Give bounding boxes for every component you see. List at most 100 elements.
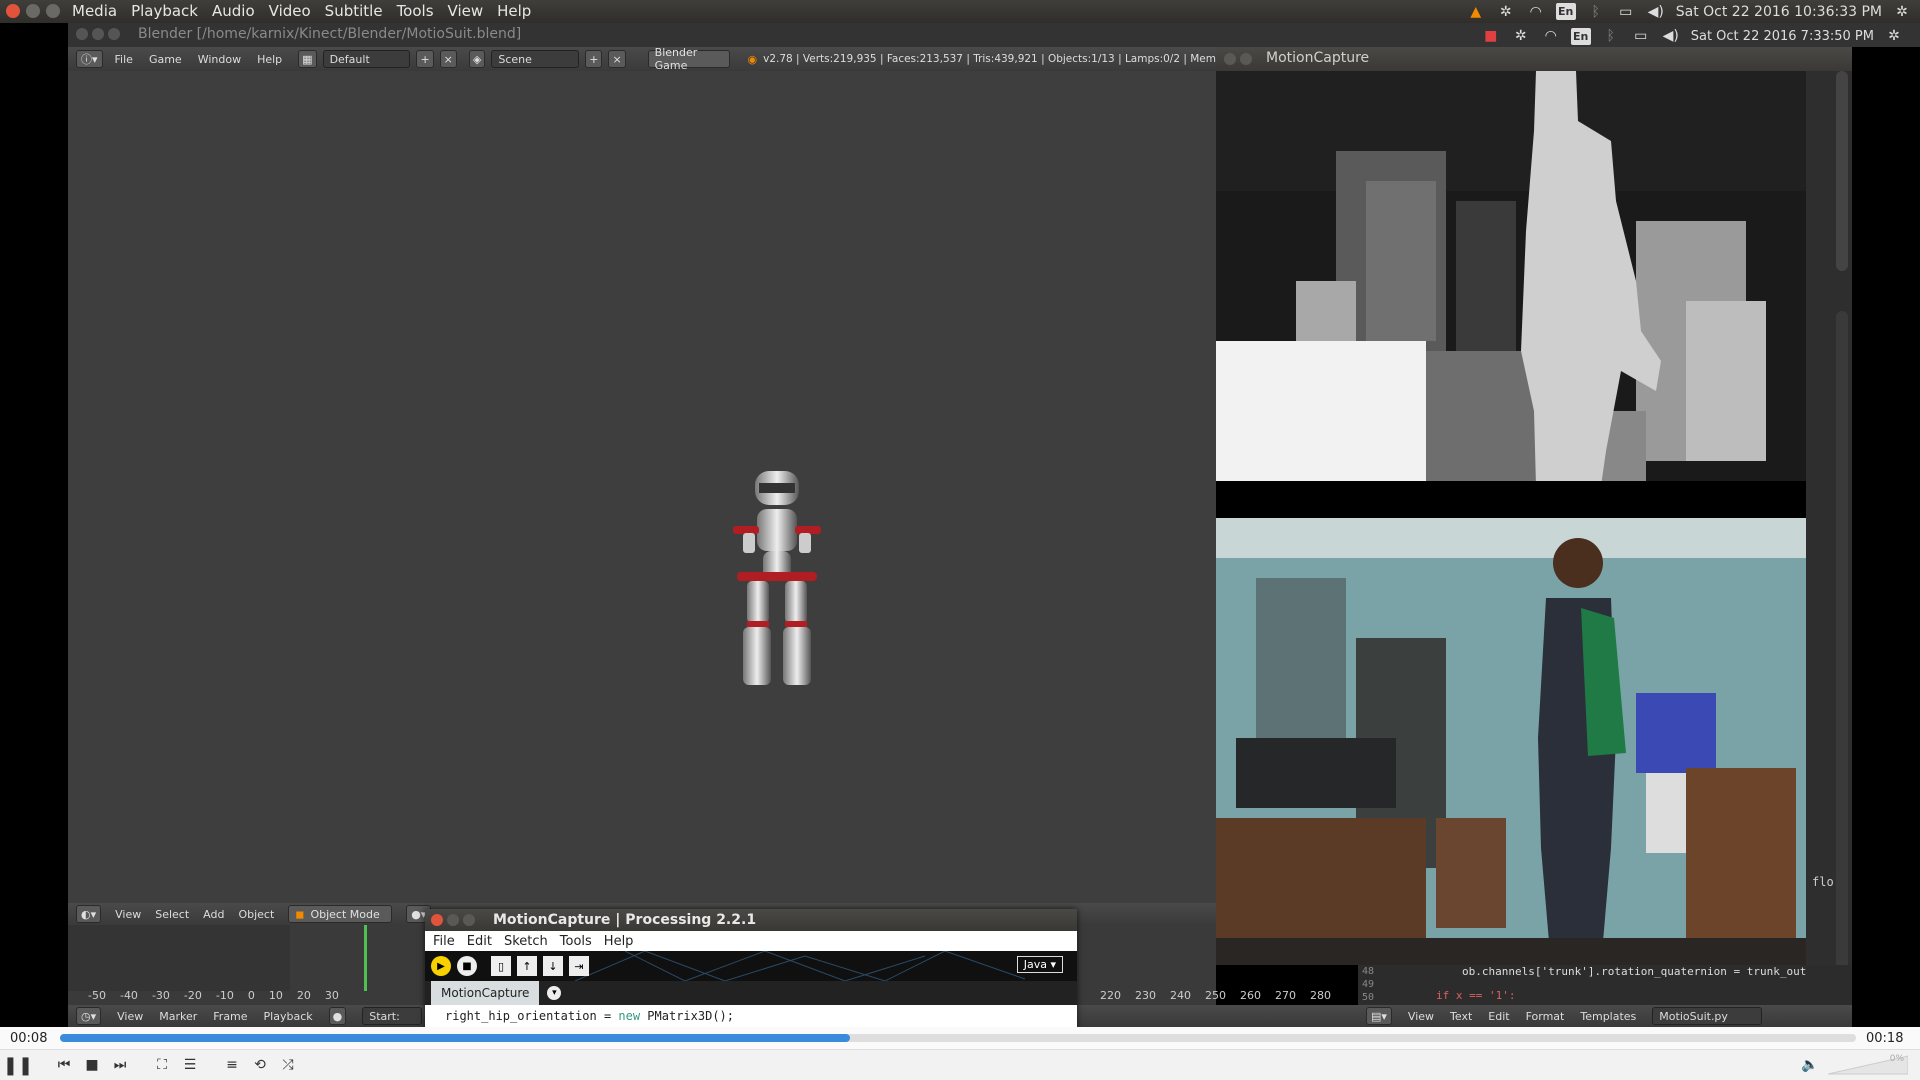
menu-templates[interactable]: Templates (1580, 1010, 1636, 1023)
gear-icon[interactable]: ✲ (1892, 4, 1912, 20)
layout-icon[interactable]: ▦ (298, 50, 317, 68)
battery-icon[interactable]: ▭ (1616, 4, 1636, 20)
extended-settings-button[interactable]: ☰ (178, 1054, 202, 1076)
pause-button[interactable]: ❚❚ (3, 1054, 33, 1076)
new-sketch-button[interactable]: ▯ (491, 956, 511, 976)
menu-edit[interactable]: Edit (1488, 1010, 1509, 1023)
vlc-cone-icon[interactable]: ▲ (1466, 4, 1486, 20)
menu-view[interactable]: View (115, 908, 141, 921)
text-file-select[interactable]: MotioSuit.py (1652, 1007, 1763, 1025)
menu-file[interactable]: File (433, 934, 455, 949)
maximize-icon[interactable] (46, 4, 60, 18)
menu-help[interactable]: Help (604, 934, 634, 949)
menu-text[interactable]: Text (1450, 1010, 1472, 1023)
previous-button[interactable]: ⏮ (52, 1054, 76, 1076)
shuffle-button[interactable]: ⤮ (276, 1054, 300, 1076)
menu-object[interactable]: Object (238, 908, 274, 921)
start-frame-field[interactable]: Start: (362, 1007, 423, 1025)
minimize-icon[interactable] (447, 914, 459, 926)
tab-motioncapture[interactable]: MotionCapture (431, 981, 540, 1005)
playlist-button[interactable]: ≡ (220, 1054, 244, 1076)
menu-video[interactable]: Video (269, 2, 311, 20)
editor-type-icon[interactable]: ⓘ▾ (76, 50, 103, 68)
mode-select[interactable]: ◼ Object Mode (288, 905, 393, 923)
menu-playback[interactable]: Playback (131, 2, 198, 20)
menu-help[interactable]: Help (257, 53, 282, 66)
record-icon[interactable]: ● (328, 1007, 347, 1025)
menu-sketch[interactable]: Sketch (504, 934, 548, 949)
volume-slider[interactable]: 0% (1827, 1054, 1909, 1076)
code-editor[interactable]: right_hip_orientation = new PMatrix3D(); (425, 1005, 1077, 1029)
mode-select[interactable]: Java ▾ (1016, 956, 1063, 973)
editor-type-icon[interactable]: ◷▾ (76, 1007, 102, 1025)
loop-button[interactable]: ⟲ (248, 1054, 272, 1076)
3d-viewport[interactable] (68, 71, 1216, 903)
menu-view[interactable]: View (1408, 1010, 1434, 1023)
close-icon[interactable] (6, 4, 20, 18)
menu-tools[interactable]: Tools (560, 934, 592, 949)
menu-audio[interactable]: Audio (212, 2, 255, 20)
clock[interactable]: Sat Oct 22 2016 10:36:33 PM (1676, 4, 1882, 20)
engine-select[interactable]: Blender Game (647, 46, 730, 72)
menu-view[interactable]: View (448, 2, 484, 20)
menu-playback[interactable]: Playback (264, 1010, 313, 1023)
menu-game[interactable]: Game (149, 53, 182, 66)
menu-file[interactable]: File (115, 53, 133, 66)
maximize-icon[interactable] (108, 28, 120, 40)
settings-icon[interactable]: ✲ (1496, 4, 1516, 20)
tick-label: -30 (151, 989, 170, 1002)
seek-bar[interactable] (60, 1034, 1856, 1042)
editor-type-icon[interactable]: ◐▾ (76, 905, 102, 923)
bluetooth-icon[interactable]: ᛒ (1586, 4, 1606, 20)
current-frame-marker[interactable] (364, 925, 367, 991)
close-icon[interactable] (76, 28, 88, 40)
menu-frame[interactable]: Frame (213, 1010, 247, 1023)
scene-icon[interactable]: ◈ (468, 50, 486, 68)
menu-edit[interactable]: Edit (467, 934, 492, 949)
menu-view[interactable]: View (117, 1010, 143, 1023)
fullscreen-button[interactable]: ⛶ (150, 1054, 174, 1076)
tick-label: 0 (247, 989, 255, 1002)
scrollbar-thumb[interactable] (1836, 71, 1848, 271)
menu-subtitle[interactable]: Subtitle (325, 2, 383, 20)
next-button[interactable]: ⏭ (108, 1054, 132, 1076)
remove-layout-icon[interactable]: × (439, 50, 457, 68)
menu-tools[interactable]: Tools (397, 2, 434, 20)
run-button[interactable]: ▶ (431, 956, 451, 976)
menu-media[interactable]: Media (72, 2, 117, 20)
close-icon[interactable] (1224, 53, 1236, 65)
scene-select[interactable]: Scene (491, 50, 580, 68)
stop-button[interactable]: ■ (457, 956, 477, 976)
tab-menu-icon[interactable]: ▾ (547, 986, 562, 1000)
export-button[interactable]: ⇥ (569, 956, 589, 976)
keyboard-layout-indicator[interactable]: En (1555, 3, 1576, 20)
layout-select[interactable]: Default (322, 50, 411, 68)
text-editor-body[interactable]: 48 49 50 ob.channels['trunk'].rotation_q… (1358, 965, 1852, 1005)
save-button[interactable]: ↓ (543, 956, 563, 976)
minimize-icon[interactable] (92, 28, 104, 40)
minimize-icon[interactable] (1240, 53, 1252, 65)
tick-label: 230 (1135, 989, 1156, 1002)
close-icon[interactable] (431, 914, 443, 926)
menu-help[interactable]: Help (497, 2, 531, 20)
window-title: Blender [/home/karnix/Kinect/Blender/Mot… (138, 26, 522, 42)
minimize-icon[interactable] (26, 4, 40, 18)
stop-button[interactable]: ■ (80, 1054, 104, 1076)
maximize-icon[interactable] (463, 914, 475, 926)
menu-format[interactable]: Format (1526, 1010, 1565, 1023)
mute-icon[interactable]: 🔈 (1798, 1054, 1822, 1076)
add-scene-icon[interactable]: + (585, 50, 603, 68)
volume-icon[interactable]: ◀) (1646, 4, 1666, 20)
open-button[interactable]: ↑ (517, 956, 537, 976)
tick-label: 280 (1310, 989, 1331, 1002)
menu-marker[interactable]: Marker (159, 1010, 197, 1023)
vlc-controls: ❚❚ ⏮ ■ ⏭ ⛶ ☰ ≡ ⟲ ⤮ 🔈 0% (0, 1049, 1920, 1080)
scrollbar-track[interactable] (1836, 311, 1848, 971)
remove-scene-icon[interactable]: × (608, 50, 626, 68)
editor-type-icon[interactable]: ▤▾ (1366, 1007, 1392, 1025)
menu-add[interactable]: Add (203, 908, 224, 921)
add-layout-icon[interactable]: + (416, 50, 434, 68)
menu-window[interactable]: Window (198, 53, 241, 66)
wifi-icon[interactable]: ◠ (1526, 4, 1546, 20)
menu-select[interactable]: Select (155, 908, 189, 921)
